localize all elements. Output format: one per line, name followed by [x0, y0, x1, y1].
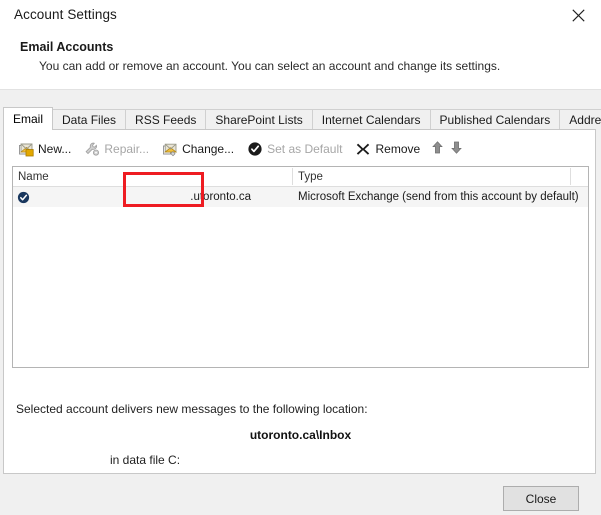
account-type-cell: Microsoft Exchange (send from this accou…: [298, 191, 579, 203]
check-circle-icon: [247, 141, 263, 157]
set-as-default-button: Set as Default: [242, 136, 347, 162]
tab-published-calendars[interactable]: Published Calendars: [429, 109, 561, 130]
set-as-default-label: Set as Default: [267, 142, 343, 156]
account-list[interactable]: Name Type .utoronto.ca Microsoft Exchang…: [12, 166, 589, 368]
account-name-cell: .utoronto.ca: [13, 187, 293, 207]
repair-account-button: Repair...: [79, 136, 154, 162]
tab-label: Published Calendars: [439, 113, 551, 127]
tab-label: SharePoint Lists: [215, 113, 303, 127]
header-title: Email Accounts: [20, 40, 114, 54]
column-header-filler: [571, 167, 588, 186]
table-row[interactable]: .utoronto.ca Microsoft Exchange (send fr…: [13, 187, 588, 207]
default-account-check-icon: [17, 191, 30, 204]
move-down-button[interactable]: [447, 138, 465, 160]
column-header-label: Type: [298, 170, 323, 183]
dialog-footer: Close: [0, 474, 601, 515]
arrow-down-icon: [450, 141, 462, 157]
tab-label: Internet Calendars: [321, 113, 421, 127]
repair-account-label: Repair...: [104, 142, 150, 156]
delivery-location: utoronto.ca\Inbox: [249, 428, 352, 442]
remove-account-label: Remove: [375, 142, 421, 156]
tab-label: Email: [13, 112, 44, 126]
arrow-up-icon: [431, 141, 443, 157]
header-description: You can add or remove an account. You ca…: [39, 59, 501, 73]
tab-address-books[interactable]: Address Books: [559, 109, 601, 130]
account-toolbar: New... Repair... Change... Set as Defaul…: [13, 135, 466, 163]
change-account-label: Change...: [182, 142, 235, 156]
new-account-button[interactable]: New...: [13, 136, 76, 162]
tab-label: Data Files: [62, 113, 117, 127]
close-button[interactable]: Close: [503, 486, 579, 511]
column-header-name[interactable]: Name: [13, 167, 293, 186]
remove-account-button[interactable]: Remove: [350, 136, 425, 162]
title-bar: Account Settings: [0, 0, 601, 32]
account-settings-dialog: Account Settings Email Accounts You can …: [0, 0, 601, 515]
delivery-data-file: in data file C:: [110, 453, 181, 467]
account-name-text: .utoronto.ca: [190, 191, 251, 203]
new-account-icon: [18, 141, 34, 157]
remove-x-icon: [355, 141, 371, 157]
close-window-button[interactable]: [555, 0, 601, 31]
new-account-label: New...: [38, 142, 72, 156]
tab-strip: Email Data Files RSS Feeds SharePoint Li…: [3, 107, 601, 130]
header-block: Email Accounts You can add or remove an …: [0, 32, 601, 89]
change-account-icon: [162, 141, 178, 157]
window-title: Account Settings: [14, 7, 117, 22]
email-tab-panel: New... Repair... Change... Set as Defaul…: [3, 129, 596, 474]
tab-data-files[interactable]: Data Files: [52, 109, 127, 130]
tab-sharepoint-lists[interactable]: SharePoint Lists: [205, 109, 313, 130]
account-list-header: Name Type: [13, 167, 588, 187]
tab-rss-feeds[interactable]: RSS Feeds: [125, 109, 207, 130]
change-account-button[interactable]: Change...: [157, 136, 239, 162]
close-x-icon: [571, 9, 585, 22]
tab-label: Address Books: [569, 113, 601, 127]
repair-icon: [84, 141, 100, 157]
tab-internet-calendars[interactable]: Internet Calendars: [311, 109, 431, 130]
dialog-body: Email Data Files RSS Feeds SharePoint Li…: [0, 90, 601, 515]
column-header-label: Name: [18, 170, 49, 183]
tab-email[interactable]: Email: [3, 107, 54, 130]
move-up-button[interactable]: [428, 138, 446, 160]
delivery-info-line: Selected account delivers new messages t…: [16, 402, 368, 416]
column-header-type[interactable]: Type: [293, 167, 571, 186]
tab-label: RSS Feeds: [135, 113, 197, 127]
